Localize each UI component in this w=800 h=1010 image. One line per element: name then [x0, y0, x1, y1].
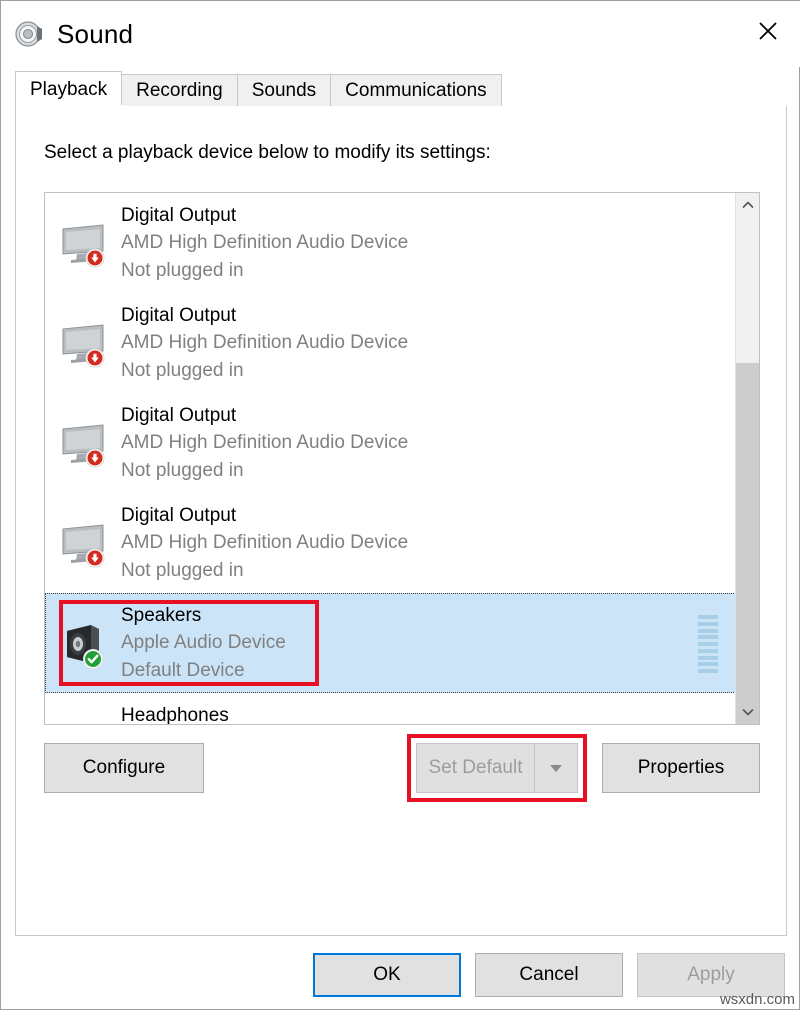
device-info: Headphones Apple Audio Device Not plugge… [121, 702, 286, 725]
cancel-button-label: Cancel [519, 964, 578, 986]
headphones-icon [59, 715, 111, 725]
device-driver: AMD High Definition Audio Device [121, 229, 408, 257]
chevron-down-icon[interactable] [736, 700, 760, 724]
list-item[interactable]: Digital Output AMD High Definition Audio… [45, 393, 736, 493]
device-name: Digital Output [121, 302, 408, 330]
list-item[interactable]: Headphones Apple Audio Device Not plugge… [45, 693, 736, 725]
device-list-inner: Not plugged in [45, 192, 736, 725]
close-icon[interactable] [735, 1, 800, 61]
sound-dialog: Sound Playback Recording Sounds Communic… [0, 0, 800, 1010]
set-default-button: Set Default [416, 743, 534, 793]
list-item-selected[interactable]: Speakers Apple Audio Device Default Devi… [45, 593, 736, 693]
device-info: Digital Output AMD High Definition Audio… [121, 402, 408, 485]
list-item[interactable]: Digital Output AMD High Definition Audio… [45, 293, 736, 393]
tab-page-playback: Select a playback device below to modify… [15, 106, 787, 936]
device-status: Not plugged in [121, 257, 408, 285]
monitor-icon [59, 515, 111, 571]
tab-sounds-label: Sounds [252, 80, 316, 102]
properties-button[interactable]: Properties [602, 743, 760, 793]
device-name: Digital Output [121, 202, 408, 230]
configure-button-label: Configure [83, 757, 165, 779]
list-item[interactable]: Digital Output AMD High Definition Audio… [45, 193, 736, 293]
tab-playback-label: Playback [30, 79, 107, 101]
device-status: Default Device [121, 657, 286, 685]
tab-row: Playback Recording Sounds Communications [15, 71, 501, 107]
configure-button[interactable]: Configure [44, 743, 204, 793]
cancel-button[interactable]: Cancel [475, 953, 623, 997]
device-info: Speakers Apple Audio Device Default Devi… [121, 602, 286, 685]
speaker-box-icon [59, 615, 111, 671]
device-status: Not plugged in [121, 457, 408, 485]
window-title: Sound [57, 19, 133, 50]
monitor-icon [59, 315, 111, 371]
apply-button-label: Apply [687, 964, 735, 986]
device-status: Not plugged in [121, 557, 408, 585]
chevron-up-icon[interactable] [736, 193, 760, 217]
speaker-icon [11, 16, 47, 52]
device-driver: AMD High Definition Audio Device [121, 329, 408, 357]
device-info: Digital Output AMD High Definition Audio… [121, 302, 408, 385]
ok-button-label: OK [373, 964, 400, 986]
set-default-split-button[interactable]: Set Default [416, 743, 578, 793]
device-name: Speakers [121, 602, 286, 630]
tab-strip: Playback Recording Sounds Communications [15, 71, 787, 107]
set-default-button-label: Set Default [429, 757, 523, 779]
device-driver: AMD High Definition Audio Device [121, 529, 408, 557]
device-info: Digital Output AMD High Definition Audio… [121, 202, 408, 285]
tab-communications[interactable]: Communications [330, 74, 502, 107]
device-driver: AMD High Definition Audio Device [121, 429, 408, 457]
device-name: Headphones [121, 702, 286, 725]
tab-communications-label: Communications [345, 80, 487, 102]
device-driver: Apple Audio Device [121, 629, 286, 657]
monitor-icon [59, 215, 111, 271]
monitor-icon [59, 415, 111, 471]
title-bar: Sound [1, 1, 800, 67]
playback-device-list[interactable]: Not plugged in [44, 192, 760, 725]
scrollbar-thumb[interactable] [736, 363, 760, 725]
device-list-scrollbar[interactable] [735, 193, 759, 724]
caret-down-icon[interactable] [534, 743, 578, 793]
volume-meter [698, 615, 718, 673]
tab-recording-label: Recording [136, 80, 223, 102]
tab-sounds[interactable]: Sounds [237, 74, 331, 107]
device-name: Digital Output [121, 502, 408, 530]
list-item[interactable]: Digital Output AMD High Definition Audio… [45, 493, 736, 593]
properties-button-label: Properties [638, 757, 725, 779]
device-info: Digital Output AMD High Definition Audio… [121, 502, 408, 585]
tab-recording[interactable]: Recording [121, 74, 238, 107]
watermark: wsxdn.com [720, 991, 795, 1008]
tab-playback[interactable]: Playback [15, 71, 122, 107]
device-name: Digital Output [121, 402, 408, 430]
ok-button[interactable]: OK [313, 953, 461, 997]
device-status: Not plugged in [121, 357, 408, 385]
instruction-text: Select a playback device below to modify… [44, 142, 491, 164]
